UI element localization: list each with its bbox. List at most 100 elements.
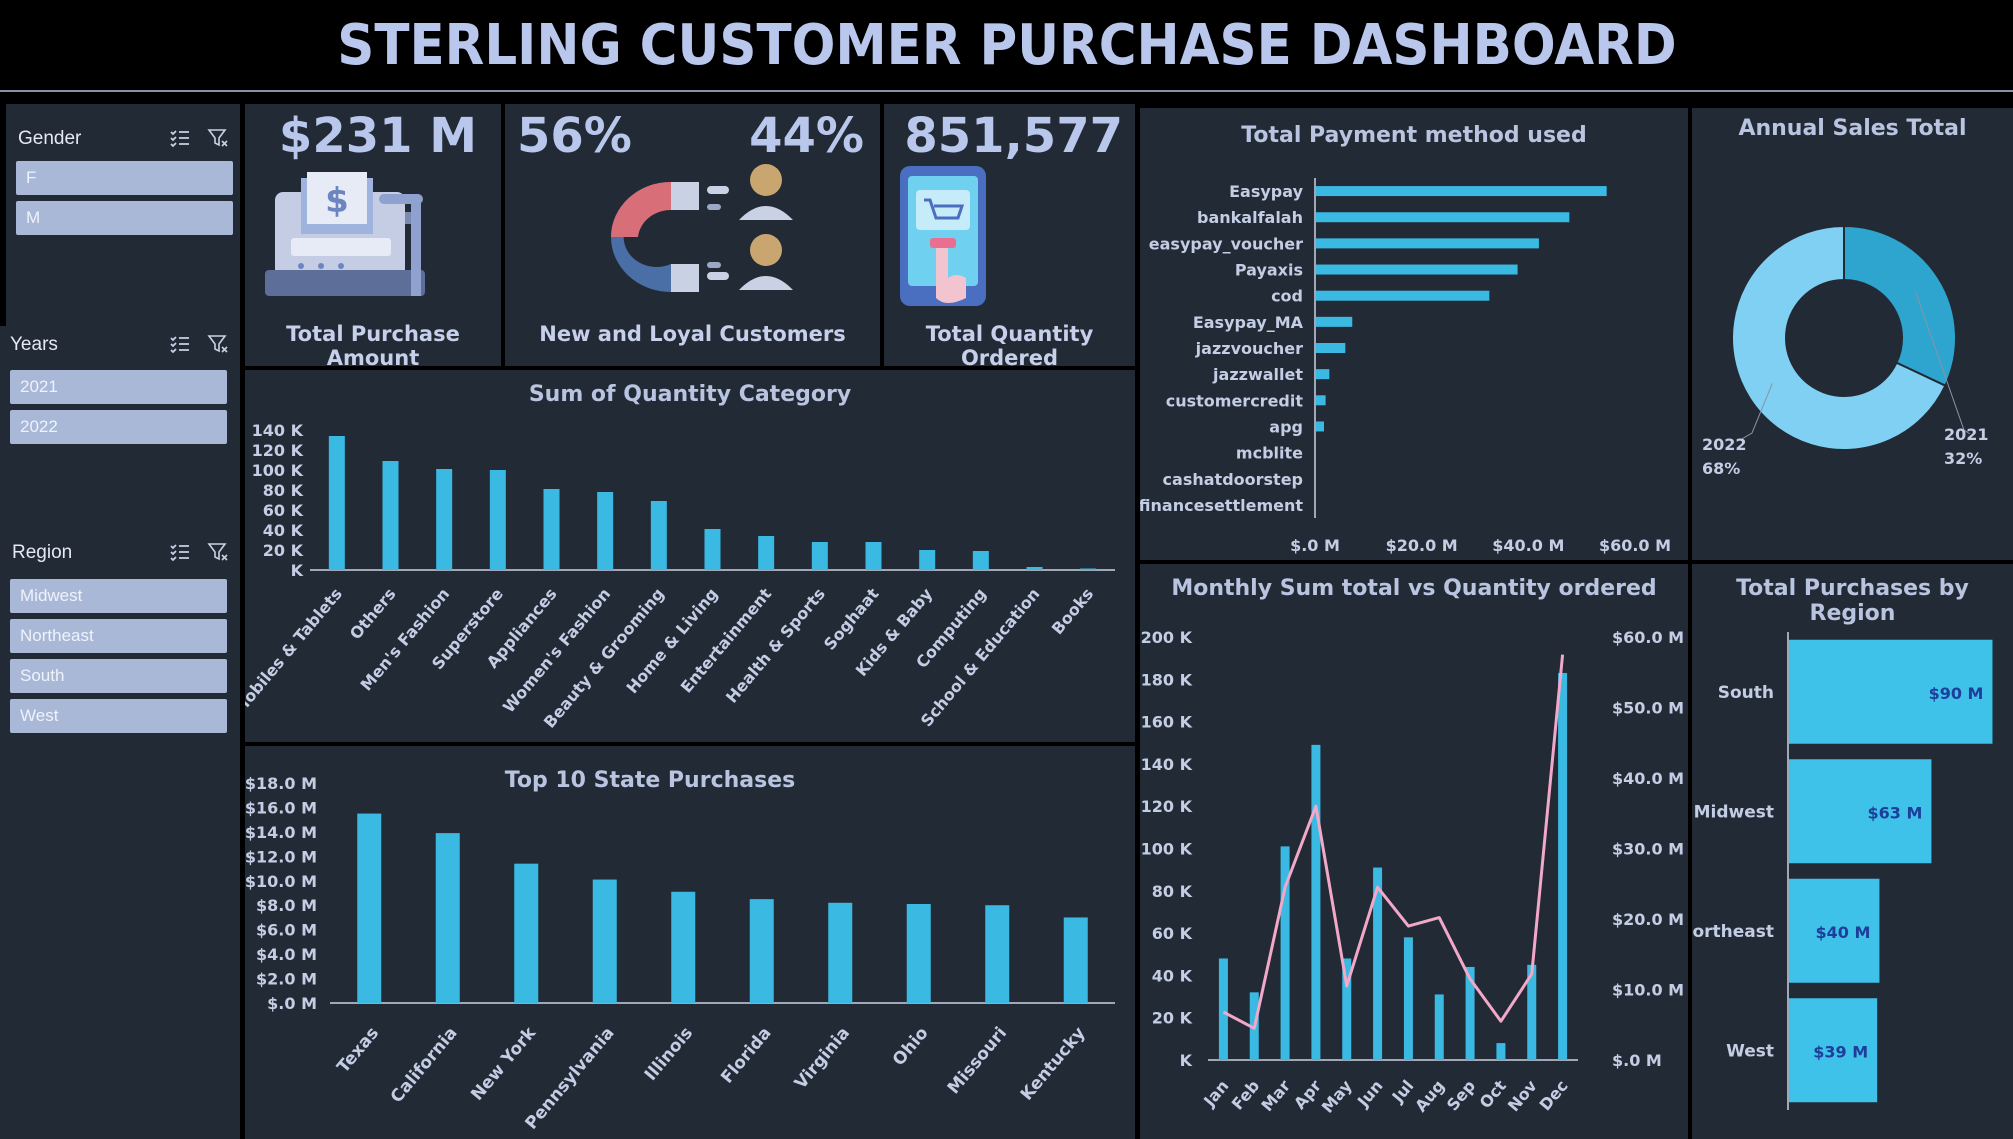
payment-chart: Easypay bankalfalah easypay_voucher Payaxis… [1140, 178, 1671, 555]
multi-select-icon[interactable] [168, 126, 192, 150]
state-bar [1063, 917, 1088, 1003]
category-bar [811, 542, 828, 570]
category-bar [919, 550, 936, 570]
kpi-total-purchase: $231 M $ Total Purchase Amount [245, 104, 501, 370]
monthly-x-label: Mar [1257, 1076, 1294, 1115]
state-y-tick: $18.0 M [245, 774, 317, 793]
monthly-y-left-tick: 160 K [1141, 713, 1193, 732]
monthly-x-label: Sep [1443, 1076, 1479, 1114]
years-slicer-label: Years [10, 334, 58, 355]
payment-y-label: jazzwallet [1212, 365, 1303, 384]
donut-label-2022: 2022 [1702, 435, 1747, 454]
payment-y-label: customercredit [1166, 391, 1304, 410]
state-x-label: Ohio [889, 1023, 933, 1070]
category-bar [489, 470, 506, 570]
category-y-tick: 40 K [263, 521, 304, 540]
clear-filter-icon[interactable] [206, 126, 230, 150]
category-chart: K20 K40 K60 K80 K100 K120 K140 K Mobiles … [245, 421, 1115, 732]
monthly-y-right-tick: $20.0 M [1612, 910, 1684, 929]
payment-bar [1316, 369, 1330, 380]
state-bar [749, 899, 774, 1003]
state-x-label: Kentucky [1017, 1023, 1090, 1104]
kpi-customers: 56% 44% New and Loyal Customers [505, 104, 880, 366]
region-y-label: South [1718, 683, 1774, 703]
region-item-northeast[interactable]: Northeast [10, 619, 227, 653]
monthly-x-label: Jan [1199, 1076, 1232, 1111]
category-bar [436, 469, 453, 570]
clear-filter-icon[interactable] [206, 540, 230, 564]
payment-y-label: mcblite [1236, 444, 1303, 463]
category-bar [650, 501, 667, 570]
monthly-y-right-tick: $60.0 M [1612, 628, 1684, 647]
category-bar [972, 551, 989, 570]
state-bar [985, 905, 1010, 1003]
payment-x-tick: $.0 M [1290, 536, 1340, 555]
state-y-tick: $6.0 M [256, 921, 317, 940]
gender-slicer: Gender F M [6, 104, 240, 326]
monthly-y-right-tick: $50.0 M [1612, 699, 1684, 718]
category-bar [597, 492, 614, 570]
monthly-y-left-tick: 120 K [1141, 797, 1193, 816]
monthly-bar [1558, 672, 1568, 1060]
donut-value-2022: 68% [1702, 459, 1740, 478]
category-x-label: Entertainment [677, 584, 776, 697]
region-value-label: $40 M [1816, 923, 1871, 942]
monthly-bar [1496, 1043, 1506, 1060]
monthly-y-left-tick: 100 K [1141, 840, 1193, 859]
category-y-tick: 140 K [252, 421, 304, 440]
donut-value-2021: 32% [1944, 449, 1982, 468]
state-y-tick: $16.0 M [245, 798, 317, 817]
gender-item-m[interactable]: M [16, 201, 233, 235]
monthly-y-right-tick: $30.0 M [1612, 840, 1684, 859]
payment-bar [1316, 316, 1353, 327]
region-item-west[interactable]: West [10, 699, 227, 733]
payment-x-tick: $60.0 M [1599, 536, 1671, 555]
payment-bar [1316, 343, 1346, 353]
multi-select-icon[interactable] [168, 540, 192, 564]
region-slicer: Region Midwest Northeast South West [0, 534, 240, 1139]
payment-y-label: easypay_voucher [1149, 234, 1303, 253]
monthly-x-label: Oct [1476, 1076, 1511, 1112]
payment-chart-panel: Total Payment method used Easypay bankalf… [1140, 108, 1688, 560]
multi-select-icon[interactable] [168, 332, 192, 356]
years-item-2022[interactable]: 2022 [10, 410, 227, 444]
payment-y-label: cod [1271, 287, 1303, 306]
monthly-bar [1403, 937, 1413, 1060]
kpi-quantity-value: 851,577 [904, 108, 1123, 164]
state-bar [357, 813, 382, 1003]
region-slicer-label: Region [12, 542, 73, 563]
region-item-midwest[interactable]: Midwest [10, 579, 227, 613]
clear-filter-icon[interactable] [206, 332, 230, 356]
category-x-label: Mobiles & Tablets [245, 584, 346, 718]
kpi-total-purchase-value: $231 M [278, 108, 477, 164]
gender-item-f[interactable]: F [16, 161, 233, 195]
category-bar [1080, 568, 1097, 570]
category-bar [758, 536, 775, 570]
monthly-line [1222, 654, 1565, 1030]
category-y-tick: 100 K [252, 461, 304, 480]
category-y-tick: 120 K [252, 441, 304, 460]
category-bar [328, 436, 345, 570]
payment-y-label: Easypay [1229, 182, 1303, 201]
payment-bar [1316, 264, 1518, 275]
category-x-label: Home & Living [623, 584, 722, 697]
payment-y-label: Payaxis [1235, 261, 1303, 280]
category-x-label: Health & Sports [722, 584, 829, 706]
kpi-customers-label: New and Loyal Customers [539, 322, 846, 346]
mobile-cart-icon [900, 166, 986, 306]
category-chart-panel: Sum of Quantity Category K 20 K 40 K 60 K 80… [245, 370, 1135, 742]
monthly-y-left-tick: 60 K [1152, 924, 1193, 943]
magnet-icon [611, 164, 793, 292]
years-item-2021[interactable]: 2021 [10, 370, 227, 404]
gender-slicer-label: Gender [18, 128, 82, 149]
monthly-y-right-tick: $10.0 M [1612, 981, 1684, 1000]
region-item-south[interactable]: South [10, 659, 227, 693]
payment-y-label: cashatdoorstep [1163, 470, 1303, 489]
state-y-tick: $2.0 M [256, 970, 317, 989]
monthly-y-left-tick: 200 K [1141, 628, 1193, 647]
monthly-y-left-tick: 140 K [1141, 755, 1193, 774]
category-y-tick: 80 K [263, 481, 304, 500]
payment-x-tick: $20.0 M [1386, 536, 1458, 555]
category-bar [382, 461, 399, 570]
monthly-x-label: Feb [1228, 1076, 1264, 1113]
